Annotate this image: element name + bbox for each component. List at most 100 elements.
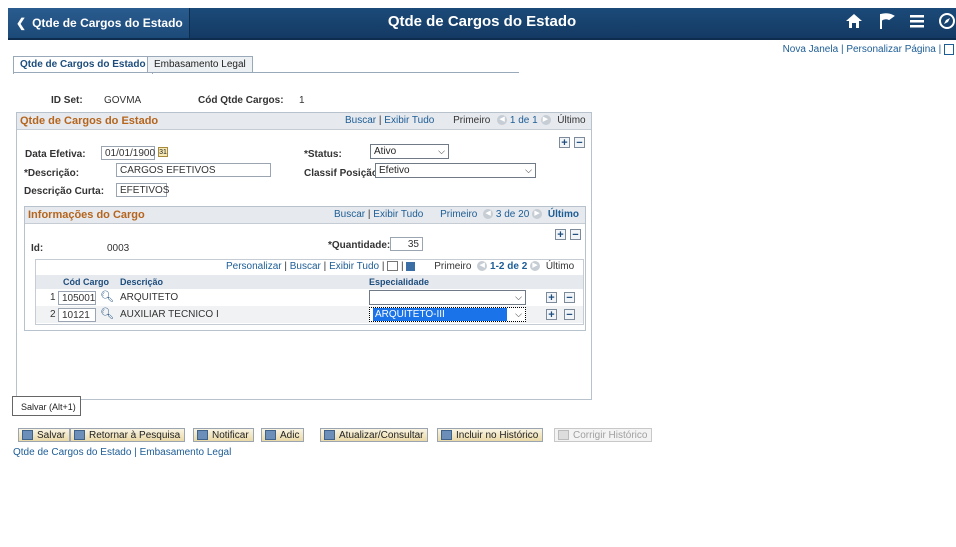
nav-separator: | xyxy=(323,261,327,272)
download-excel-icon[interactable] xyxy=(406,261,416,271)
lookup-icon[interactable]: 🔍︎ xyxy=(100,307,114,320)
short-description-input[interactable]: EFETIVOS xyxy=(116,183,169,197)
row-number: 1 xyxy=(50,292,56,303)
specialty-value: ARQUITETO-III xyxy=(373,308,507,321)
grid-nav: Personalizar | Buscar | Exibir Tudo | | … xyxy=(226,259,574,275)
add-row-button[interactable]: + xyxy=(546,292,557,304)
back-button[interactable]: ❮ Qtde de Cargos do Estado xyxy=(8,8,190,38)
previous-arrow-icon[interactable]: ◀ xyxy=(477,261,488,272)
job-code-input[interactable]: 105001 xyxy=(58,291,96,305)
grid-personalize-link[interactable]: Personalizar xyxy=(226,261,282,272)
next-arrow-icon[interactable]: ▶ xyxy=(532,209,543,220)
update-display-button[interactable]: Atualizar/Consultar xyxy=(320,428,429,442)
footer-link-qtde-cargos[interactable]: Qtde de Cargos do Estado xyxy=(13,447,131,458)
effective-date-input[interactable]: 01/01/1900 xyxy=(101,146,155,160)
quantity-label: *Quantidade: xyxy=(328,240,391,251)
next-arrow-icon[interactable]: ▶ xyxy=(540,115,551,126)
personalize-page-link[interactable]: Personalizar Página xyxy=(846,44,936,55)
zoom-grid-icon[interactable] xyxy=(387,261,399,272)
grid-first-label: Primeiro xyxy=(434,261,472,272)
description-input[interactable]: CARGOS EFETIVOS xyxy=(116,163,271,177)
table-row: 1 105001 🔍︎ ARQUITETO ⌵ + − xyxy=(36,289,583,306)
add-icon xyxy=(265,430,276,440)
add-row-button[interactable]: + xyxy=(546,309,557,321)
save-button[interactable]: Salvar xyxy=(18,428,71,442)
save-icon xyxy=(22,430,33,440)
level1-title: Qtde de Cargos do Estado xyxy=(20,115,159,127)
new-window-link[interactable]: Nova Janela xyxy=(783,44,839,55)
grid-icon[interactable] xyxy=(944,44,954,55)
level2-view-all-link[interactable]: Exibir Tudo xyxy=(373,209,423,220)
setid-label: ID Set: xyxy=(51,95,83,106)
quantity-input[interactable]: 35 xyxy=(390,237,423,251)
calendar-icon[interactable]: 31 xyxy=(158,147,168,157)
include-history-button[interactable]: Incluir no Histórico xyxy=(437,428,544,442)
delete-row-button[interactable]: − xyxy=(574,137,585,149)
level1-nav: Buscar | Exibir Tudo Primeiro ◀ 1 de 1 ▶… xyxy=(345,113,586,129)
specialty-select[interactable]: ⌵ xyxy=(369,290,526,305)
column-header-description[interactable]: Descrição xyxy=(120,275,163,289)
column-header-code[interactable]: Cód Cargo xyxy=(63,275,109,289)
level1-first-label: Primeiro xyxy=(453,115,491,126)
specialty-grid: Personalizar | Buscar | Exibir Tudo | | … xyxy=(35,259,584,325)
column-header-specialty[interactable]: Especialidade xyxy=(369,275,429,289)
level1-header: Qtde de Cargos do Estado Buscar | Exibir… xyxy=(17,113,591,130)
level2-find-link[interactable]: Buscar xyxy=(334,209,365,220)
top-banner: Qtde de Cargos do Estado ❮ Qtde de Cargos… xyxy=(8,8,956,40)
level1-find-link[interactable]: Buscar xyxy=(345,115,376,126)
position-class-label: Classif Posição: xyxy=(304,168,382,179)
correct-history-icon xyxy=(558,430,569,440)
add-label: Adic xyxy=(280,430,300,441)
notify-icon xyxy=(197,430,208,440)
position-class-select[interactable]: Efetivo ⌵ xyxy=(375,163,536,178)
grid-view-all-link[interactable]: Exibir Tudo xyxy=(329,261,379,272)
specialty-select[interactable]: ARQUITETO-III ⌵ xyxy=(369,307,526,322)
navbar-compass-icon[interactable] xyxy=(936,12,956,34)
chevron-down-icon: ⌵ xyxy=(438,146,445,156)
chevron-down-icon: ⌵ xyxy=(515,292,522,302)
link-separator: | xyxy=(840,44,844,56)
footer-link-embasamento[interactable]: Embasamento Legal xyxy=(140,447,232,458)
nav-separator: | xyxy=(367,209,371,220)
id-value: 0003 xyxy=(107,243,130,254)
flag-icon[interactable] xyxy=(876,12,898,34)
delete-row-button[interactable]: − xyxy=(564,292,575,304)
home-icon[interactable] xyxy=(843,12,865,34)
return-to-search-button[interactable]: Retornar à Pesquisa xyxy=(70,428,186,442)
previous-arrow-icon[interactable]: ◀ xyxy=(497,115,508,126)
level2-last-link[interactable]: Último xyxy=(548,209,579,220)
delete-row-button[interactable]: − xyxy=(570,229,581,241)
status-label: *Status: xyxy=(304,149,342,160)
add-row-button[interactable]: + xyxy=(555,229,566,241)
tab-embasamento-legal[interactable]: Embasamento Legal xyxy=(147,56,253,73)
lookup-icon[interactable]: 🔍︎ xyxy=(100,290,114,303)
notify-label: Notificar xyxy=(212,430,249,441)
status-select[interactable]: Ativo ⌵ xyxy=(370,144,449,159)
footer-links: Qtde de Cargos do Estado | Embasamento L… xyxy=(13,447,231,458)
job-code-input[interactable]: 10121 xyxy=(58,308,96,322)
description-label: *Descrição: xyxy=(24,168,80,179)
level2-title: Informações do Cargo xyxy=(28,209,145,221)
grid-find-link[interactable]: Buscar xyxy=(290,261,321,272)
job-description: ARQUITETO xyxy=(120,292,179,303)
history-icon xyxy=(441,430,452,440)
row-number: 2 xyxy=(50,309,56,320)
tab-divider xyxy=(13,72,519,73)
previous-arrow-icon[interactable]: ◀ xyxy=(483,209,494,220)
delete-row-button[interactable]: − xyxy=(564,309,575,321)
level2-first-link[interactable]: Primeiro xyxy=(440,209,477,220)
add-row-button[interactable]: + xyxy=(559,137,570,149)
notify-button[interactable]: Notificar xyxy=(193,428,254,442)
add-button[interactable]: Adic xyxy=(261,428,305,442)
level1-view-all-link[interactable]: Exibir Tudo xyxy=(384,115,434,126)
position-class-value: Efetivo xyxy=(379,165,410,176)
menu-icon[interactable] xyxy=(906,12,928,34)
setid-value: GOVMA xyxy=(104,95,142,106)
page-links: Nova Janela | Personalizar Página | xyxy=(783,44,954,55)
chevron-down-icon: ⌵ xyxy=(525,165,532,175)
level1-last-label: Último xyxy=(557,115,586,126)
chevron-left-icon: ❮ xyxy=(16,16,27,30)
next-arrow-icon[interactable]: ▶ xyxy=(530,261,541,272)
qty-code-label: Cód Qtde Cargos: xyxy=(198,95,284,106)
short-description-label: Descrição Curta: xyxy=(24,186,105,197)
